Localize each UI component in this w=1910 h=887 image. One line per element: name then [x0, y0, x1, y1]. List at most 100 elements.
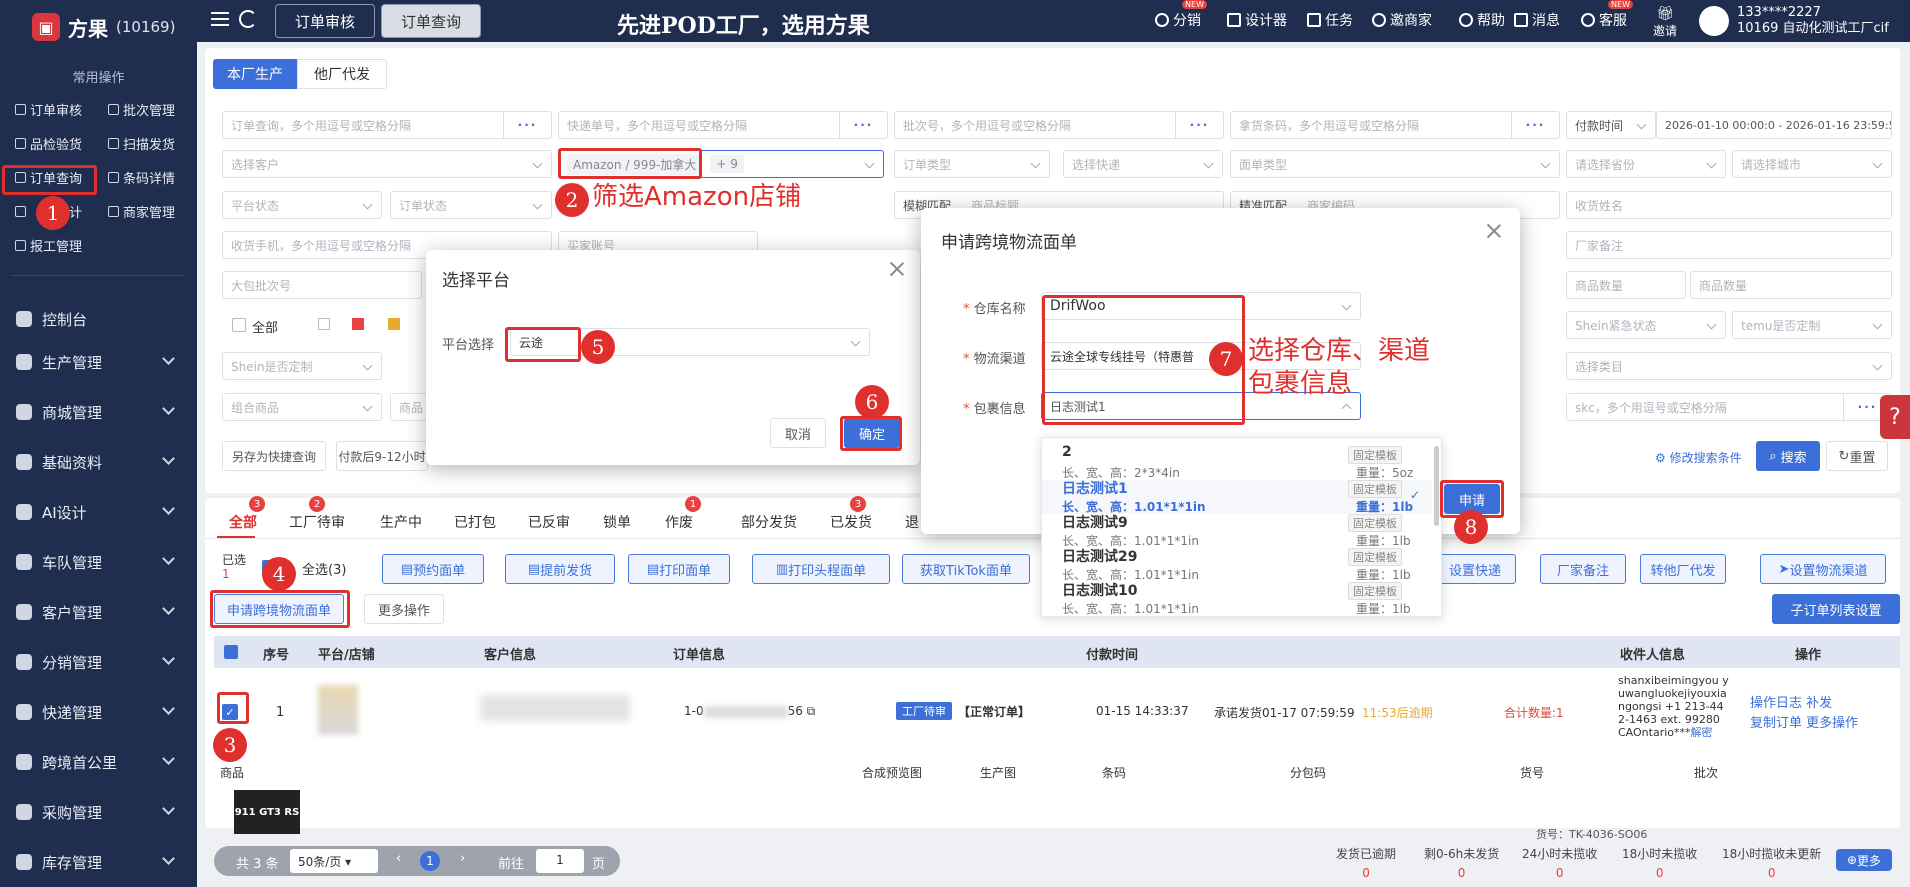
- package-option[interactable]: 日志测试1 固定模板 长、宽、高：1.01*1*1in 重量：1lb ✓: [1042, 480, 1432, 514]
- set-express-button[interactable]: 设置快递: [1434, 554, 1516, 584]
- goto-page-input[interactable]: 1: [536, 849, 584, 873]
- stat-18h-update[interactable]: 18小时揽收未更新 0: [1722, 845, 1821, 880]
- product-thumbnail[interactable]: 911 GT3 RS: [234, 790, 300, 834]
- status-tab[interactable]: 已打包: [454, 512, 496, 532]
- pickup-barcode-input[interactable]: 拿货条码，多个用逗号或空格分隔 ···: [1230, 111, 1560, 139]
- save-quick-query-button[interactable]: 另存为快捷查询: [222, 441, 326, 471]
- close-icon[interactable]: [890, 262, 904, 276]
- transfer-factory-button[interactable]: 转他厂代发: [1640, 554, 1726, 584]
- search-button[interactable]: ⌕ 搜索: [1756, 441, 1820, 471]
- quick-merchant-manage[interactable]: 商家管理: [108, 200, 175, 222]
- menu-basic-data[interactable]: 基础资料: [0, 438, 197, 486]
- batch-no-input[interactable]: 批次号，多个用逗号或空格分隔 ···: [894, 111, 1224, 139]
- menu-production[interactable]: 生产管理: [0, 338, 197, 386]
- shein-urgent-select[interactable]: Shein紧急状态: [1566, 311, 1726, 339]
- pay-time-select[interactable]: 付款时间: [1566, 111, 1656, 139]
- reissue-link[interactable]: 补发: [1806, 696, 1832, 711]
- temu-custom-select[interactable]: temu是否定制: [1732, 311, 1892, 339]
- waybill-type-select[interactable]: 面单类型: [1230, 150, 1560, 178]
- quick-barcode-detail[interactable]: 条码详情: [108, 166, 175, 188]
- menu-inventory[interactable]: 库存管理: [0, 838, 197, 886]
- prev-page-icon[interactable]: ‹: [396, 851, 401, 866]
- status-tab[interactable]: 已发货: [830, 512, 872, 532]
- quick-order-review[interactable]: 订单审核: [15, 98, 82, 120]
- more-stats-button[interactable]: ⊕ 更多: [1836, 849, 1892, 871]
- avatar[interactable]: [1699, 6, 1729, 36]
- status-tab[interactable]: 退: [905, 512, 919, 532]
- status-tab[interactable]: 工厂待审: [289, 512, 345, 532]
- customer-select[interactable]: 选择客户: [222, 150, 552, 178]
- order-type-select[interactable]: 订单类型: [894, 150, 1050, 178]
- menu-distribution[interactable]: 分销管理: [0, 638, 197, 686]
- reset-button[interactable]: ↻ 重置: [1826, 441, 1888, 471]
- print-first-leg-button[interactable]: ▥ 打印头程面单: [752, 554, 890, 584]
- menu-express[interactable]: 快递管理: [0, 688, 197, 736]
- package-option[interactable]: 日志测试29 固定模板 长、宽、高：1.01*1*1in 重量：1lb: [1042, 548, 1432, 582]
- order-status-select[interactable]: 订单状态: [390, 191, 552, 219]
- header-task[interactable]: 任务: [1307, 10, 1353, 30]
- menu-first-mile[interactable]: 跨境首公里: [0, 738, 197, 786]
- shein-custom-select[interactable]: Shein是否定制: [222, 352, 382, 380]
- set-logistics-channel-button[interactable]: ➤ 设置物流渠道: [1760, 554, 1886, 584]
- status-tab[interactable]: 作废: [665, 512, 693, 532]
- date-range-input[interactable]: 2026-01-10 00:00:0 - 2026-01-16 23:59:5: [1656, 111, 1892, 139]
- status-tab[interactable]: 生产中: [380, 512, 422, 532]
- status-tab[interactable]: 锁单: [603, 512, 631, 532]
- help-float-icon[interactable]: ?: [1880, 395, 1910, 439]
- platform-status-select[interactable]: 平台状态: [222, 191, 382, 219]
- quick-batch-manage[interactable]: 批次管理: [108, 98, 175, 120]
- user-info[interactable]: 133****2227 10169 自动化测试工厂cif: [1737, 5, 1889, 37]
- combo-product-select[interactable]: 组合商品: [222, 393, 382, 421]
- more-ops-link[interactable]: 更多操作: [1806, 716, 1858, 731]
- header-service[interactable]: 客服 NEW: [1581, 0, 1633, 30]
- decrypt-link[interactable]: 解密: [1691, 726, 1713, 739]
- flag-icon[interactable]: [318, 318, 330, 330]
- page-1[interactable]: 1: [420, 851, 440, 871]
- header-distribution[interactable]: 分销 NEW: [1155, 0, 1207, 30]
- tab-order-review[interactable]: 订单审核: [275, 4, 375, 38]
- menu-mall[interactable]: 商城管理: [0, 388, 197, 436]
- tab-own-production[interactable]: 本厂生产: [213, 59, 297, 89]
- edit-search-conditions[interactable]: ⚙ 修改搜索条件: [1655, 449, 1742, 466]
- menu-toggle-icon[interactable]: [211, 12, 229, 26]
- stat-18h[interactable]: 18小时未揽收 0: [1622, 845, 1697, 880]
- header-help[interactable]: 帮助: [1459, 10, 1505, 30]
- flag-red-icon[interactable]: [352, 318, 364, 330]
- city-select[interactable]: 请选择城市: [1732, 150, 1892, 178]
- status-tab[interactable]: 全部: [229, 512, 257, 532]
- menu-ai-design[interactable]: AI设计: [0, 488, 197, 536]
- early-ship-button[interactable]: ▤ 提前发货: [505, 554, 615, 584]
- more-operations-button[interactable]: 更多操作: [364, 594, 444, 624]
- reserve-waybill-button[interactable]: ▤ 预约面单: [382, 554, 484, 584]
- stat-24h[interactable]: 24小时未揽收 0: [1522, 845, 1597, 880]
- tab-other-factory[interactable]: 他厂代发: [297, 59, 387, 89]
- menu-customer[interactable]: 客户管理: [0, 588, 197, 636]
- stat-overdue[interactable]: 发货已逾期 0: [1336, 845, 1396, 880]
- express-select[interactable]: 选择快递: [1063, 150, 1223, 178]
- menu-fleet[interactable]: 车队管理: [0, 538, 197, 586]
- menu-dashboard[interactable]: 控制台: [0, 295, 197, 343]
- op-log-link[interactable]: 操作日志: [1750, 696, 1802, 711]
- header-designer[interactable]: 设计器: [1227, 10, 1287, 30]
- factory-remark-input[interactable]: 厂家备注: [1566, 231, 1892, 259]
- stat-0-6h[interactable]: 剩0-6h未发货 0: [1424, 845, 1499, 880]
- more-dots-icon[interactable]: ···: [503, 112, 551, 138]
- status-tab[interactable]: 已反审: [528, 512, 570, 532]
- package-option[interactable]: 日志测试9 固定模板 长、宽、高：1.01*1*1in 重量：1lb: [1042, 514, 1432, 548]
- header-message[interactable]: 消息: [1514, 10, 1560, 30]
- recipient-name-input[interactable]: 收货姓名: [1566, 191, 1892, 219]
- copy-icon[interactable]: ⧉: [803, 704, 816, 718]
- quick-report[interactable]: 报工管理: [15, 234, 82, 256]
- header-invite[interactable]: 🎁︎ 邀请: [1653, 6, 1677, 39]
- more-dots-icon[interactable]: ···: [1511, 112, 1559, 138]
- print-waybill-button[interactable]: ▤ 打印面单: [628, 554, 730, 584]
- menu-purchase[interactable]: 采购管理: [0, 788, 197, 836]
- province-select[interactable]: 请选择省份: [1566, 150, 1726, 178]
- status-tab[interactable]: 部分发货: [741, 512, 797, 532]
- tracking-no-input[interactable]: 快递单号，多个用逗号或空格分隔 ···: [558, 111, 888, 139]
- category-select[interactable]: 选择类目: [1566, 352, 1892, 380]
- qty-min-input[interactable]: 商品数量: [1566, 271, 1686, 299]
- factory-remark-button[interactable]: 厂家备注: [1540, 554, 1626, 584]
- order-query-input[interactable]: 订单查询，多个用逗号或空格分隔 ···: [222, 111, 552, 139]
- package-option[interactable]: 2 固定模板 长、宽、高：2*3*4in 重量：5oz: [1042, 444, 1432, 480]
